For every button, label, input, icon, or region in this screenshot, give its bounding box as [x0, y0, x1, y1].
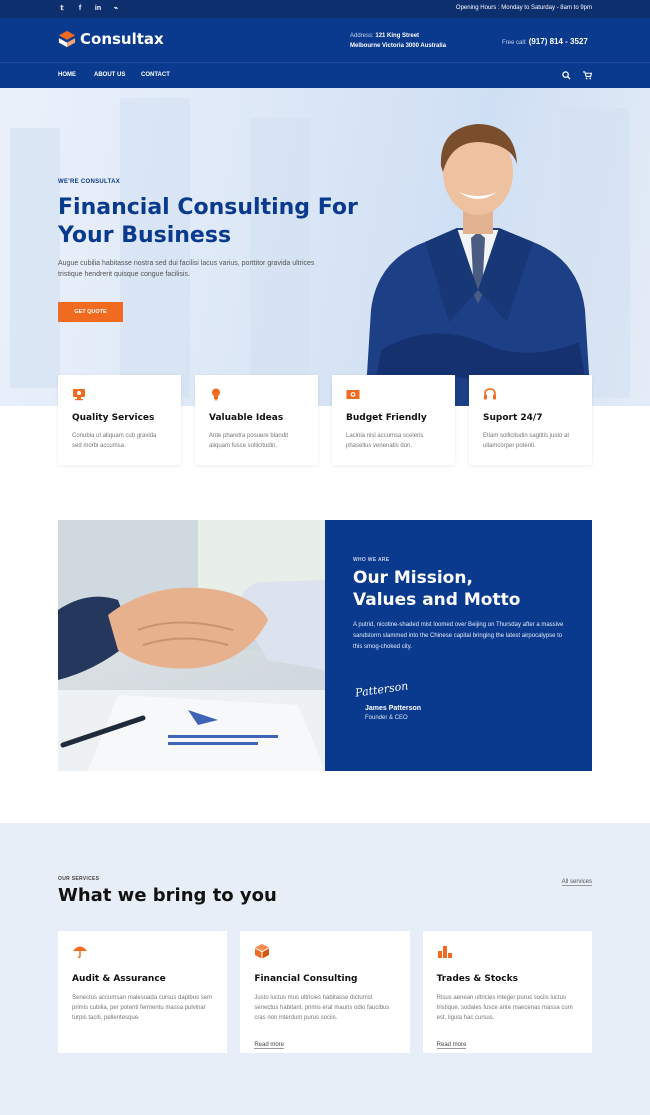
cart-icon[interactable]: [583, 71, 592, 80]
feature-card: Budget Friendly Lacinia nisl accumsa sce…: [332, 375, 455, 465]
money-icon: [346, 390, 360, 399]
founder-name: James Patterson: [365, 705, 422, 712]
feature-text: Etiam sollicitudin sagittis justo at ull…: [483, 433, 570, 449]
umbrella-icon: [73, 946, 87, 959]
mission-section: WHO WE ARE Our Mission, Values and Motto…: [58, 520, 592, 771]
service-title: Trades & Stocks: [436, 974, 518, 984]
services-section: OUR SERVICES What we bring to you All se…: [0, 823, 650, 1115]
features-row: Quality Services Conubia ut aliquam cub …: [58, 375, 592, 465]
header-address: Address: 121 King Street Melbourne Victo…: [350, 31, 446, 51]
opening-hours: Opening Hours : Monday to Saturday - 8am…: [455, 5, 592, 11]
service-title: Financial Consulting: [254, 974, 358, 984]
site-header: Consultax Address: 121 King Street Melbo…: [0, 18, 650, 62]
main-nav: HOME ABOUT US CONTACT: [0, 62, 650, 88]
mission-eyebrow: WHO WE ARE: [353, 557, 390, 563]
feature-card: Suport 24/7 Etiam sollicitudin sagittis …: [469, 375, 592, 465]
service-text: Justo luctus mus ultricies habitasse dic…: [254, 995, 390, 1021]
logo[interactable]: Consultax: [58, 30, 164, 48]
service-card: Audit & Assurance Senectus accumsan male…: [58, 931, 228, 1053]
address-line2: Melbourne Victoria 3000 Australia: [350, 43, 447, 49]
mission-title: Our Mission, Values and Motto: [353, 567, 520, 611]
address-label: Address:: [350, 33, 374, 39]
twitter-icon[interactable]: 𝕥: [58, 5, 66, 13]
read-more-link[interactable]: Read more: [254, 1042, 285, 1049]
service-card: Trades & Stocks Risus aenean ultricies i…: [422, 931, 592, 1053]
background-building: [10, 128, 60, 388]
phone-number[interactable]: (917) 814 - 3527: [529, 37, 588, 46]
brand-name: Consultax: [80, 30, 164, 48]
feature-text: Lacinia nisl accumsa sceleris phasellus …: [346, 433, 424, 449]
service-text: Risus aenean ultricies integer purus soc…: [436, 995, 573, 1021]
hero-title: Financial Consulting For Your Business: [58, 195, 358, 248]
founder-role: Founder & CEO: [365, 715, 408, 721]
businessman-photo: [365, 124, 591, 406]
handshake-photo: [58, 520, 325, 771]
mission-panel: WHO WE ARE Our Mission, Values and Motto…: [325, 520, 592, 771]
linkedin-icon[interactable]: in: [94, 5, 102, 13]
feature-title: Valuable Ideas: [209, 413, 284, 423]
nav-home[interactable]: HOME: [58, 72, 76, 78]
box-icon: [255, 944, 270, 959]
service-text: Senectus accumsan malesuada cursus dapib…: [72, 995, 213, 1021]
rss-icon[interactable]: ⌁: [112, 5, 120, 13]
address-line1: 121 King Street: [375, 33, 420, 39]
hero-eyebrow: WE'RE CONSULTAX: [58, 179, 121, 185]
service-card: Financial Consulting Justo luctus mus ul…: [240, 931, 410, 1053]
services-eyebrow: OUR SERVICES: [58, 876, 100, 882]
feature-card: Valuable Ideas Ante pharetra posuere bla…: [195, 375, 318, 465]
lightbulb-icon: [212, 388, 220, 401]
feature-title: Budget Friendly: [346, 413, 427, 423]
mission-title-line1: Our Mission,: [353, 568, 473, 588]
feature-title: Quality Services: [72, 413, 155, 423]
feature-card: Quality Services Conubia ut aliquam cub …: [58, 375, 181, 465]
nav-contact[interactable]: CONTACT: [141, 72, 170, 78]
hero-description: Augue cubilia habitasse nostra sed dui f…: [58, 260, 315, 278]
monitor-icon: [73, 389, 85, 401]
services-row: Audit & Assurance Senectus accumsan male…: [58, 931, 592, 1053]
all-services-link[interactable]: All services: [561, 879, 592, 886]
bar-chart-icon: [437, 946, 452, 958]
header-phone: Free call: (917) 814 - 3527: [502, 37, 588, 46]
service-title: Audit & Assurance: [72, 974, 166, 984]
phone-label: Free call:: [502, 40, 527, 46]
feature-text: Ante pharetra posuere blandit aliquam fu…: [209, 433, 289, 449]
read-more-link[interactable]: Read more: [436, 1042, 467, 1049]
logo-icon: [58, 30, 76, 48]
search-icon[interactable]: [562, 71, 571, 80]
services-title: What we bring to you: [58, 885, 277, 906]
mission-title-line2: Values and Motto: [353, 590, 521, 610]
signature: Patterson: [354, 679, 410, 700]
feature-text: Conubia ut aliquam cub gravida sed morbi…: [72, 433, 157, 449]
facebook-icon[interactable]: f: [76, 5, 84, 13]
top-bar: 𝕥 f in ⌁ Opening Hours : Monday to Satur…: [0, 0, 650, 18]
feature-title: Suport 24/7: [483, 413, 543, 423]
headset-icon: [484, 388, 496, 400]
hero-section: WE'RE CONSULTAX Financial Consulting For…: [0, 88, 650, 406]
mission-text: A putrid, nicotine-shaded mist loomed ov…: [353, 622, 564, 650]
nav-about-us[interactable]: ABOUT US: [94, 72, 125, 78]
handshake-illustration: [58, 520, 325, 771]
social-links: 𝕥 f in ⌁: [58, 5, 120, 13]
get-quote-button[interactable]: GET QUOTE: [58, 302, 123, 322]
